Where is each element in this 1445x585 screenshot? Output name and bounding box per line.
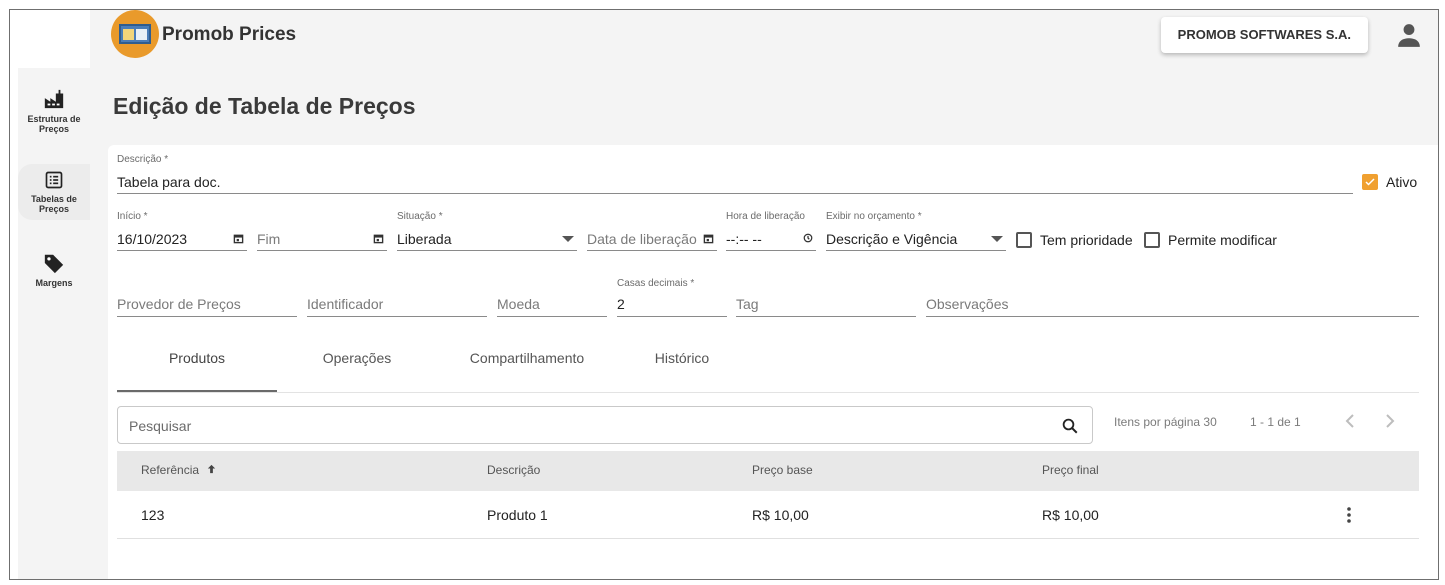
- observacoes-field[interactable]: Observações: [926, 280, 1419, 317]
- data-liberacao-placeholder: Data de liberação: [587, 231, 697, 247]
- app-title: Promob Prices: [162, 24, 297, 45]
- sidebar-label: Preços: [38, 124, 70, 134]
- hora-liberacao-field[interactable]: Hora de liberação --:-- --: [726, 211, 816, 251]
- fim-field[interactable]: Fim: [257, 211, 387, 251]
- fim-placeholder: Fim: [257, 231, 281, 247]
- company-button[interactable]: PROMOB SOFTWARES S.A.: [1160, 17, 1368, 53]
- inicio-value: 16/10/2023: [117, 231, 188, 247]
- next-page-icon[interactable]: [1384, 413, 1396, 429]
- data-liberacao-field[interactable]: Data de liberação: [587, 211, 717, 251]
- list-icon: [45, 171, 63, 189]
- identificador-placeholder: Identificador: [307, 296, 384, 312]
- casas-decimais-field[interactable]: Casas decimais * 2: [617, 278, 727, 317]
- tab-operacoes[interactable]: Operações: [277, 347, 437, 392]
- descricao-value: Tabela para doc.: [117, 174, 221, 190]
- sidebar-label: Estrutura de: [27, 114, 81, 124]
- tem-prioridade-label: Tem prioridade: [1040, 232, 1133, 248]
- tab-bar: Produtos Operações Compartilhamento Hist…: [117, 347, 1419, 393]
- header-descricao[interactable]: Descrição: [487, 463, 540, 477]
- calendar-icon[interactable]: [233, 233, 244, 244]
- cell-referencia: 123: [141, 507, 165, 523]
- header-referencia[interactable]: Referência: [141, 463, 217, 477]
- app-window: Promob Prices PROMOB SOFTWARES S.A. Estr…: [9, 9, 1439, 580]
- top-bar: Promob Prices PROMOB SOFTWARES S.A.: [90, 10, 1438, 68]
- situacao-label: Situação *: [397, 211, 443, 222]
- more-vert-icon[interactable]: [1345, 506, 1353, 524]
- header-preco-base[interactable]: Preço base: [752, 463, 813, 477]
- moeda-field[interactable]: Moeda: [497, 280, 607, 317]
- tem-prioridade-checkbox[interactable]: Tem prioridade: [1016, 232, 1133, 248]
- table-row[interactable]: 123 Produto 1 R$ 10,00 R$ 10,00: [117, 491, 1419, 539]
- sidebar: Estrutura de Preços Tabelas de Preços Ma…: [18, 68, 90, 579]
- tag-placeholder: Tag: [736, 296, 759, 312]
- page-range: 1 - 1 de 1: [1250, 415, 1301, 429]
- cell-preco-base: R$ 10,00: [752, 507, 809, 523]
- user-icon[interactable]: [1396, 22, 1422, 48]
- tag-field[interactable]: Tag: [736, 280, 916, 317]
- tab-historico[interactable]: Histórico: [602, 347, 762, 392]
- situacao-value: Liberada: [397, 231, 452, 247]
- exibir-orcamento-select[interactable]: Exibir no orçamento * Descrição e Vigênc…: [826, 211, 1006, 251]
- inicio-label: Início *: [117, 211, 148, 222]
- tab-compartilhamento[interactable]: Compartilhamento: [437, 347, 617, 392]
- header-preco-final[interactable]: Preço final: [1042, 463, 1099, 477]
- cell-preco-final: R$ 10,00: [1042, 507, 1099, 523]
- descricao-field[interactable]: Descrição * Tabela para doc.: [117, 154, 1353, 194]
- search-input[interactable]: Pesquisar: [117, 406, 1093, 444]
- casas-decimais-value: 2: [617, 296, 625, 312]
- permite-modificar-checkbox[interactable]: Permite modificar: [1144, 232, 1277, 248]
- sidebar-label: Preços: [38, 204, 70, 214]
- app-logo: [111, 10, 159, 58]
- sidebar-label: Margens: [35, 278, 73, 288]
- checkbox-checked-icon: [1362, 174, 1378, 190]
- dropdown-arrow-icon: [991, 236, 1003, 242]
- table-header: Referência Descrição Preço base Preço fi…: [117, 451, 1419, 491]
- hora-liberacao-value: --:-- --: [726, 231, 762, 247]
- calendar-icon[interactable]: [373, 233, 384, 244]
- tag-icon: [44, 254, 64, 274]
- sidebar-item-tabelas[interactable]: Tabelas de Preços: [18, 164, 90, 220]
- hora-liberacao-label: Hora de liberação: [726, 211, 805, 222]
- inicio-field[interactable]: Início * 16/10/2023: [117, 211, 247, 251]
- prev-page-icon[interactable]: [1344, 413, 1356, 429]
- permite-modificar-label: Permite modificar: [1168, 232, 1277, 248]
- sort-ascending-icon[interactable]: [206, 463, 217, 475]
- sidebar-item-margens[interactable]: Margens: [18, 252, 90, 296]
- factory-icon: [44, 89, 64, 109]
- checkbox-unchecked-icon: [1016, 232, 1032, 248]
- moeda-placeholder: Moeda: [497, 296, 540, 312]
- items-per-page[interactable]: Itens por página 30: [1114, 415, 1217, 429]
- tab-produtos[interactable]: Produtos: [117, 347, 277, 392]
- ativo-checkbox[interactable]: Ativo: [1362, 174, 1417, 190]
- calendar-icon[interactable]: [703, 233, 714, 244]
- sidebar-label: Tabelas de: [31, 194, 77, 204]
- identificador-field[interactable]: Identificador: [307, 280, 487, 317]
- ativo-label: Ativo: [1386, 174, 1418, 190]
- search-icon[interactable]: [1061, 417, 1079, 435]
- dropdown-arrow-icon: [562, 236, 574, 242]
- sidebar-item-estrutura[interactable]: Estrutura de Preços: [18, 88, 90, 148]
- cell-descricao: Produto 1: [487, 507, 548, 523]
- provedor-placeholder: Provedor de Preços: [117, 296, 241, 312]
- situacao-select[interactable]: Situação * Liberada: [397, 211, 577, 251]
- provedor-field[interactable]: Provedor de Preços: [117, 280, 297, 317]
- casas-decimais-label: Casas decimais *: [617, 278, 695, 289]
- clock-icon[interactable]: [803, 233, 813, 243]
- checkbox-unchecked-icon: [1144, 232, 1160, 248]
- observacoes-placeholder: Observações: [926, 296, 1009, 312]
- exibir-orcamento-value: Descrição e Vigência: [826, 231, 958, 247]
- search-placeholder: Pesquisar: [129, 418, 192, 434]
- descricao-label: Descrição *: [117, 154, 169, 165]
- products-table: Referência Descrição Preço base Preço fi…: [117, 451, 1419, 539]
- exibir-orcamento-label: Exibir no orçamento *: [826, 211, 922, 222]
- page-title: Edição de Tabela de Preços: [113, 93, 416, 119]
